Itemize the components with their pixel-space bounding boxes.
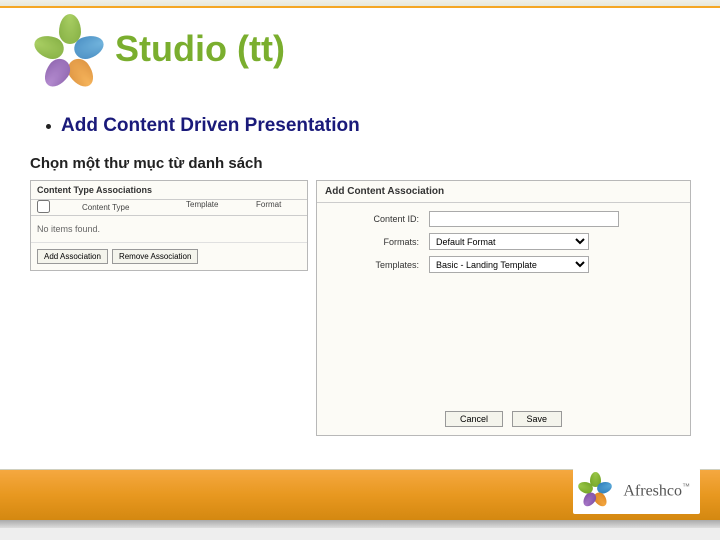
label-content-id: Content ID: (329, 214, 429, 224)
bullet-dot (46, 124, 51, 129)
brand-logo-icon (577, 472, 615, 510)
panel-left-actions: Add Association Remove Association (31, 242, 307, 270)
panel-right-actions: Cancel Save (317, 411, 690, 427)
cancel-button[interactable]: Cancel (445, 411, 503, 427)
row-content-id: Content ID: (329, 211, 678, 227)
brand-name: Afreshco (623, 482, 682, 499)
header-format: Format (256, 200, 301, 215)
logo-top-left (30, 14, 110, 94)
panel-left-title: Content Type Associations (31, 181, 307, 200)
brand-badge: Afreshco™ (573, 468, 700, 514)
panel-right-title: Add Content Association (317, 181, 690, 203)
formats-select[interactable]: Default Format (429, 233, 589, 250)
footer-shadow (0, 520, 720, 528)
content-id-input[interactable] (429, 211, 619, 227)
bullet-text: Add Content Driven Presentation (61, 115, 360, 137)
top-accent (0, 6, 720, 8)
row-templates: Templates: Basic - Landing Template (329, 256, 678, 273)
header-content-type: Content Type (82, 200, 186, 215)
label-templates: Templates: (329, 260, 429, 270)
save-button[interactable]: Save (512, 411, 563, 427)
footer-base (0, 528, 720, 540)
header-checkbox[interactable] (37, 200, 50, 213)
slide-title: Studio (tt) (115, 28, 285, 70)
subtitle: Chọn một thư mục từ danh sách (30, 155, 263, 172)
remove-association-button[interactable]: Remove Association (112, 249, 198, 264)
panel-content-type-associations: Content Type Associations Content Type T… (30, 180, 308, 271)
header-template: Template (186, 200, 256, 215)
bullet-row: Add Content Driven Presentation (46, 115, 360, 137)
panel-add-content-association: Add Content Association Content ID: Form… (316, 180, 691, 436)
brand-text-wrap: Afreshco™ (623, 482, 690, 500)
templates-select[interactable]: Basic - Landing Template (429, 256, 589, 273)
label-formats: Formats: (329, 237, 429, 247)
panel-left-empty: No items found. (31, 216, 307, 242)
brand-tm: ™ (682, 482, 690, 491)
panel-left-headers: Content Type Template Format (31, 200, 307, 216)
row-formats: Formats: Default Format (329, 233, 678, 250)
add-association-button[interactable]: Add Association (37, 249, 108, 264)
